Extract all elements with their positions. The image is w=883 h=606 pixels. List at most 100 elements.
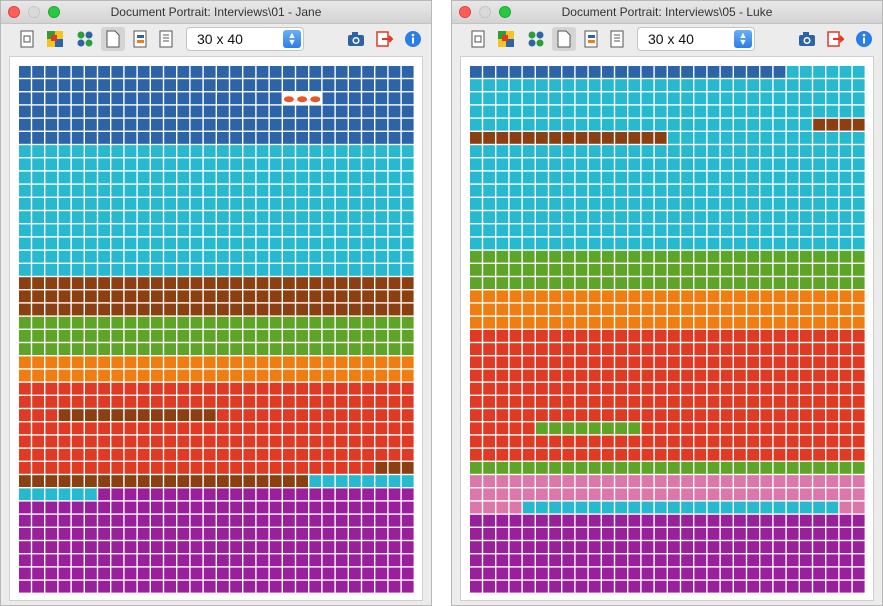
portrait-cell[interactable]	[668, 382, 680, 395]
portrait-cell[interactable]	[562, 343, 575, 355]
portrait-cell[interactable]	[362, 132, 374, 144]
portrait-cell[interactable]	[588, 224, 601, 237]
portrait-cell[interactable]	[177, 145, 190, 157]
portrait-cell[interactable]	[164, 79, 176, 91]
title-bar[interactable]: Document Portrait: Interviews\05 - Luke	[452, 1, 882, 24]
portrait-cell[interactable]	[681, 514, 693, 527]
portrait-cell[interactable]	[58, 462, 71, 474]
portrait-cell[interactable]	[813, 198, 825, 210]
portrait-cell[interactable]	[32, 356, 44, 369]
portrait-cell[interactable]	[98, 541, 110, 553]
portrait-cell[interactable]	[588, 118, 601, 131]
portrait-cell[interactable]	[71, 171, 84, 184]
portrait-cell[interactable]	[32, 290, 44, 303]
portrait-cell[interactable]	[283, 171, 295, 184]
portrait-cell[interactable]	[760, 250, 773, 263]
portrait-cell[interactable]	[496, 422, 509, 435]
portrait-cell[interactable]	[283, 330, 295, 342]
portrait-cell[interactable]	[773, 198, 786, 210]
portrait-cell[interactable]	[734, 184, 746, 197]
portrait-cell[interactable]	[243, 290, 256, 303]
portrait-cell[interactable]	[522, 330, 535, 342]
portrait-cell[interactable]	[269, 250, 282, 263]
portrait-cell[interactable]	[786, 79, 799, 91]
portrait-cell[interactable]	[536, 330, 548, 342]
portrait-cell[interactable]	[151, 369, 163, 382]
portrait-cell[interactable]	[230, 105, 242, 118]
portrait-cell[interactable]	[32, 396, 44, 408]
portrait-cell[interactable]	[296, 554, 308, 567]
portrait-cell[interactable]	[203, 528, 216, 540]
portrait-cell[interactable]	[322, 132, 335, 144]
portrait-cell[interactable]	[470, 462, 482, 474]
portrait-cell[interactable]	[177, 105, 190, 118]
portrait-cell[interactable]	[256, 448, 269, 461]
portrait-cell[interactable]	[852, 567, 865, 580]
portrait-cell[interactable]	[190, 435, 203, 448]
portrait-cell[interactable]	[203, 79, 216, 91]
portrait-cell[interactable]	[681, 132, 693, 144]
portrait-cell[interactable]	[747, 211, 759, 223]
portrait-cell[interactable]	[839, 158, 852, 171]
portrait-cell[interactable]	[470, 250, 482, 263]
portrait-cell[interactable]	[839, 488, 852, 501]
portrait-cell[interactable]	[588, 488, 601, 501]
portrait-cell[interactable]	[137, 211, 150, 223]
portrait-cell[interactable]	[32, 330, 44, 342]
grid-size-select[interactable]: 30 x 40 ▲ ▼	[186, 27, 304, 51]
portrait-cell[interactable]	[190, 224, 203, 237]
portrait-cell[interactable]	[388, 435, 401, 448]
portrait-cell[interactable]	[483, 237, 495, 250]
portrait-cell[interactable]	[654, 250, 667, 263]
portrait-cell[interactable]	[230, 435, 242, 448]
portrait-cell[interactable]	[720, 448, 733, 461]
portrait-cell[interactable]	[681, 92, 693, 105]
portrait-cell[interactable]	[230, 554, 242, 567]
portrait-cell[interactable]	[217, 290, 229, 303]
portrait-cell[interactable]	[375, 475, 388, 487]
portrait-cell[interactable]	[283, 514, 295, 527]
portrait-cell[interactable]	[375, 541, 388, 553]
portrait-cell[interactable]	[85, 79, 97, 91]
portrait-cell[interactable]	[32, 145, 44, 157]
portrait-cell[interactable]	[335, 224, 348, 237]
portrait-cell[interactable]	[177, 435, 190, 448]
portrait-cell[interactable]	[269, 184, 282, 197]
portrait-cell[interactable]	[401, 462, 414, 474]
portrait-cell[interactable]	[401, 237, 414, 250]
portrait-cell[interactable]	[217, 369, 229, 382]
portrait-cell[interactable]	[362, 316, 374, 329]
portrait-cell[interactable]	[747, 277, 759, 289]
portrait-cell[interactable]	[800, 237, 812, 250]
portrait-cell[interactable]	[654, 541, 667, 553]
portrait-cell[interactable]	[562, 488, 575, 501]
portrait-cell[interactable]	[45, 343, 58, 355]
portrait-cell[interactable]	[98, 567, 110, 580]
portrait-cell[interactable]	[602, 422, 614, 435]
portrait-cell[interactable]	[628, 567, 641, 580]
portrait-cell[interactable]	[562, 435, 575, 448]
portrait-cell[interactable]	[734, 396, 746, 408]
portrait-cell[interactable]	[602, 369, 614, 382]
portrait-cell[interactable]	[19, 303, 31, 316]
portrait-cell[interactable]	[349, 303, 361, 316]
portrait-cell[interactable]	[813, 158, 825, 171]
portrait-cell[interactable]	[654, 184, 667, 197]
portrait-cell[interactable]	[536, 158, 548, 171]
portrait-cell[interactable]	[694, 580, 707, 593]
portrait-cell[interactable]	[562, 290, 575, 303]
portrait-cell[interactable]	[549, 303, 561, 316]
portrait-cell[interactable]	[401, 184, 414, 197]
portrait-cell[interactable]	[734, 528, 746, 540]
portrait-cell[interactable]	[496, 369, 509, 382]
portrait-cell[interactable]	[602, 277, 614, 289]
portrait-cell[interactable]	[71, 554, 84, 567]
portrait-cell[interactable]	[217, 422, 229, 435]
portrait-cell[interactable]	[483, 224, 495, 237]
portrait-cell[interactable]	[71, 66, 84, 78]
camera-icon[interactable]	[344, 27, 368, 51]
portrait-cell[interactable]	[786, 303, 799, 316]
portrait-cell[interactable]	[734, 198, 746, 210]
portrait-cell[interactable]	[641, 237, 654, 250]
portrait-cell[interactable]	[839, 224, 852, 237]
